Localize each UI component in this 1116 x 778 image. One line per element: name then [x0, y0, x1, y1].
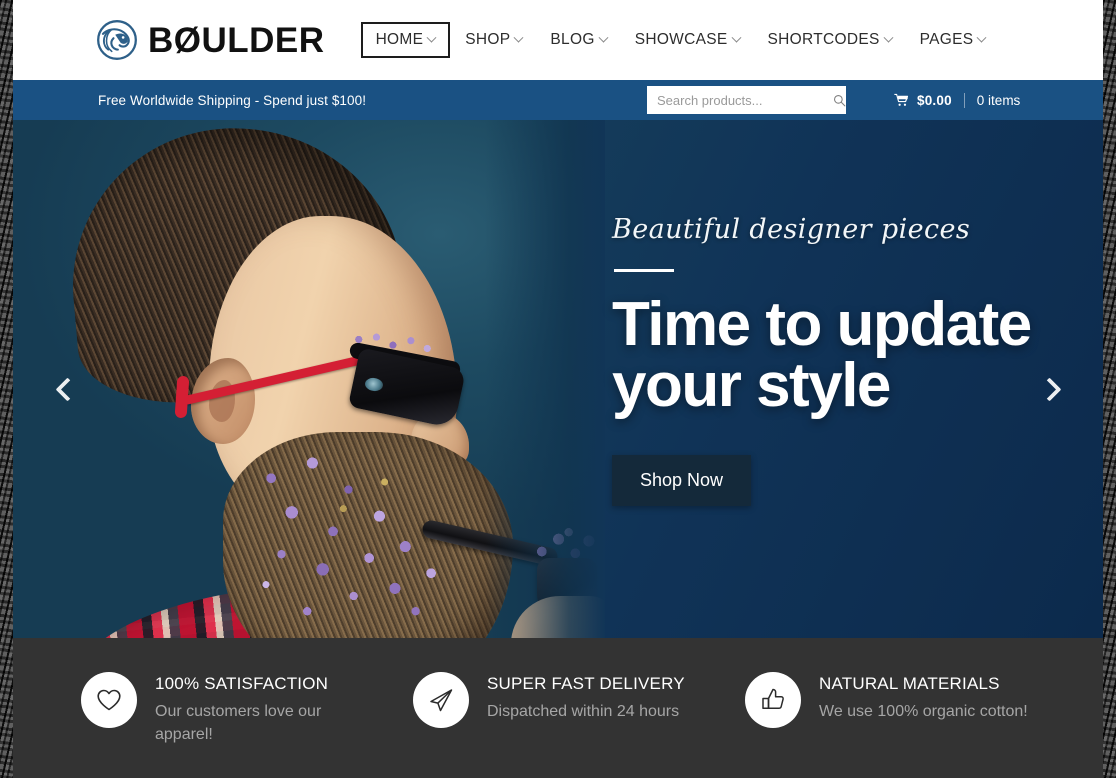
chevron-down-icon — [883, 32, 894, 43]
hero-content: Beautiful designer pieces Time to update… — [612, 214, 1032, 506]
nav-item-label: SHOWCASE — [634, 31, 728, 48]
feature-title: SUPER FAST DELIVERY — [487, 674, 685, 693]
cart-total: $0.00 — [917, 92, 952, 108]
utility-bar: Free Worldwide Shipping - Spend just $10… — [13, 80, 1103, 120]
thumbs-up-icon — [762, 688, 784, 709]
hero-image — [13, 120, 605, 638]
cart-divider — [963, 92, 965, 108]
search-box[interactable] — [647, 86, 846, 114]
feature-icon-wrapper — [81, 672, 137, 728]
shipping-message: Free Worldwide Shipping - Spend just $10… — [98, 92, 367, 108]
feature-description: We use 100% organic cotton! — [819, 703, 1028, 720]
nav-item-showcase[interactable]: SHOWCASE — [622, 22, 753, 58]
feature-description: Our customers love our apparel! — [155, 703, 322, 744]
search-icon[interactable] — [833, 94, 846, 107]
lion-head-circle-icon — [97, 20, 137, 60]
feature-icon-wrapper — [413, 672, 469, 728]
hero-title: Time to update your style — [612, 290, 1032, 421]
feature-delivery: SUPER FAST DELIVERY Dispatched within 24… — [413, 672, 739, 728]
paper-plane-icon — [430, 689, 453, 712]
hero-image-gradient-fade — [485, 120, 605, 638]
page-edge-texture-right — [1103, 0, 1116, 778]
slider-next-button[interactable] — [1028, 368, 1070, 410]
page-canvas: BØULDER HOME SHOP BLOG SHOWCASE SHORTCOD… — [13, 0, 1103, 778]
hero-slider: Beautiful designer pieces Time to update… — [13, 120, 1103, 638]
feature-text: SUPER FAST DELIVERY Dispatched within 24… — [487, 672, 685, 723]
feature-satisfaction: 100% SATISFACTION Our customers love our… — [81, 672, 407, 746]
chevron-down-icon — [976, 32, 987, 43]
chevron-down-icon — [731, 32, 741, 43]
feature-text: 100% SATISFACTION Our customers love our… — [155, 672, 355, 746]
nav-item-blog[interactable]: BLOG — [537, 22, 619, 58]
slider-prev-button[interactable] — [46, 368, 88, 410]
nav-item-label: BLOG — [550, 31, 595, 48]
hero-image-sunglasses-hook — [174, 375, 190, 419]
brand-logo[interactable]: BØULDER — [96, 19, 325, 61]
hero-subtitle: Beautiful designer pieces — [612, 214, 971, 245]
nav-item-label: SHOP — [465, 31, 511, 48]
nav-item-label: SHORTCODES — [767, 31, 880, 48]
hero-title-line-1: Time to update — [612, 290, 1032, 359]
nav-item-shop[interactable]: SHOP — [452, 22, 535, 58]
feature-title: NATURAL MATERIALS — [819, 674, 1000, 693]
main-navigation: HOME SHOP BLOG SHOWCASE SHORTCODES PAGES — [360, 22, 999, 58]
hero-title-line-2: your style — [612, 351, 891, 421]
features-bar: 100% SATISFACTION Our customers love our… — [13, 638, 1103, 778]
nav-item-shortcodes[interactable]: SHORTCODES — [755, 22, 905, 58]
feature-title: 100% SATISFACTION — [155, 674, 329, 693]
feature-materials: NATURAL MATERIALS We use 100% organic co… — [745, 672, 1071, 728]
chevron-down-icon — [513, 32, 524, 43]
search-input[interactable] — [657, 92, 833, 108]
page-edge-texture-left — [0, 0, 13, 778]
feature-text: NATURAL MATERIALS We use 100% organic co… — [819, 672, 1028, 723]
shopping-cart-icon[interactable] — [894, 93, 909, 107]
nav-item-home[interactable]: HOME — [360, 22, 451, 58]
feature-icon-wrapper — [745, 672, 801, 728]
heart-icon — [97, 689, 121, 711]
hero-divider — [614, 269, 674, 272]
nav-item-label: HOME — [375, 31, 424, 48]
feature-description: Dispatched within 24 hours — [487, 703, 680, 720]
chevron-down-icon — [426, 32, 437, 43]
cart-item-count: 0 items — [976, 92, 1021, 108]
cart-summary[interactable]: $0.00 0 items — [894, 92, 1021, 108]
brand-name: BØULDER — [148, 20, 325, 60]
chevron-left-icon — [54, 376, 80, 402]
site-header: BØULDER HOME SHOP BLOG SHOWCASE SHORTCOD… — [13, 0, 1103, 80]
nav-item-label: PAGES — [919, 31, 974, 48]
shop-now-button[interactable]: Shop Now — [612, 454, 752, 506]
chevron-right-icon — [1036, 376, 1062, 402]
nav-item-pages[interactable]: PAGES — [907, 22, 999, 58]
chevron-down-icon — [598, 32, 609, 43]
